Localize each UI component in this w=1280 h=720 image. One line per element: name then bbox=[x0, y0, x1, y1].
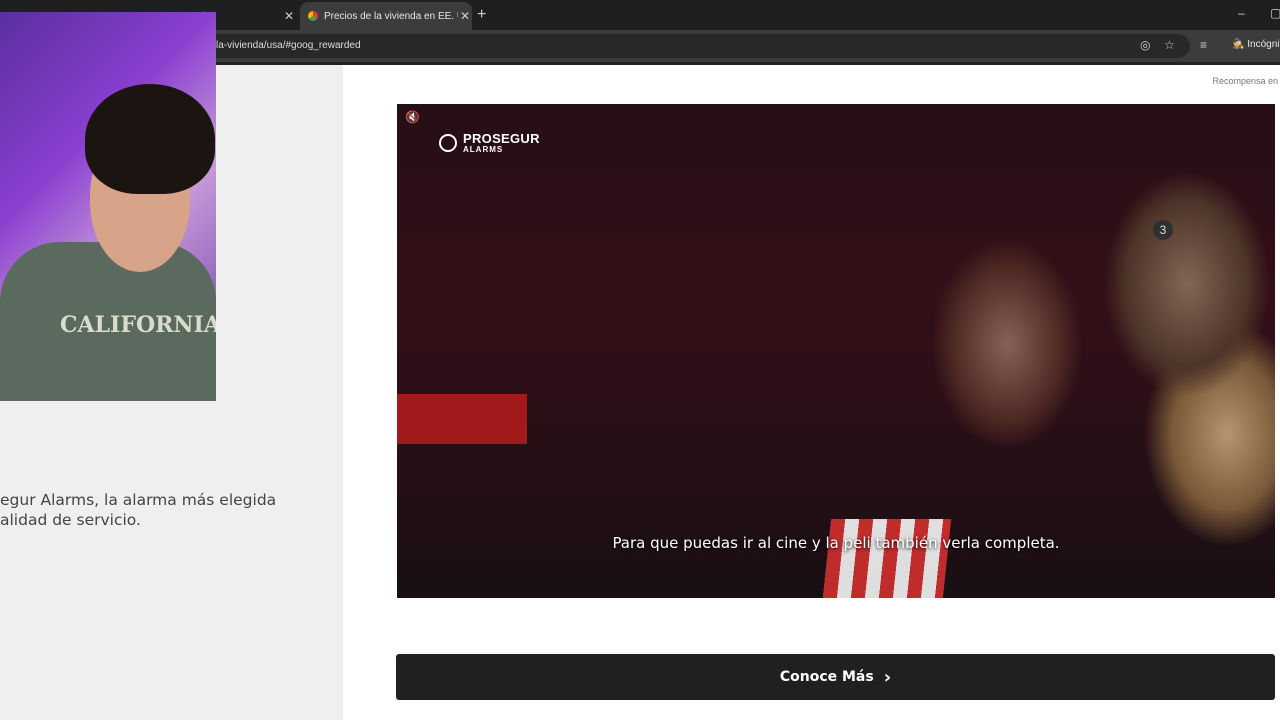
mute-icon[interactable]: 🔇 bbox=[405, 110, 420, 124]
url-text: la-vivienda/usa/#goog_rewarded bbox=[216, 40, 361, 51]
chevron-right-icon: › bbox=[883, 666, 892, 688]
conoce-mas-button[interactable]: Conoce Más › bbox=[396, 654, 1275, 700]
cta-label: Conoce Más bbox=[779, 669, 874, 685]
address-bar[interactable]: la-vivienda/usa/#goog_rewarded bbox=[200, 34, 1190, 58]
eye-off-icon[interactable]: ◎ bbox=[1140, 38, 1150, 52]
prosegur-logo: PROSEGUR ALARMS bbox=[439, 132, 540, 154]
brand-name: PROSEGUR bbox=[463, 131, 540, 146]
ad-description: egur Alarms, la alarma más elegida alida… bbox=[0, 490, 340, 530]
star-icon[interactable]: ☆ bbox=[1164, 38, 1175, 52]
video-caption: Para que puedas ir al cine y la peli tam… bbox=[612, 534, 1060, 552]
restore-icon[interactable]: ▢ bbox=[1270, 6, 1280, 20]
close-icon[interactable]: ✕ bbox=[458, 9, 472, 23]
popcorn-bucket bbox=[822, 519, 952, 598]
description-line-1: egur Alarms, la alarma más elegida bbox=[0, 491, 277, 509]
site-favicon-icon bbox=[308, 11, 318, 21]
incognito-text: Incógnito bbox=[1247, 39, 1280, 50]
countdown-badge: 3 bbox=[1153, 220, 1173, 240]
popcorn-box bbox=[397, 394, 527, 444]
webcam-hair bbox=[85, 84, 215, 194]
incognito-label[interactable]: 🕵 Incógnito bbox=[1232, 39, 1280, 50]
video-ad[interactable]: 🔇 PROSEGUR ALARMS 3 Para que puedas ir a… bbox=[397, 104, 1275, 598]
reading-list-icon[interactable]: ≡ bbox=[1200, 38, 1207, 52]
reward-label: Recompensa en bbox=[1212, 76, 1278, 86]
webcam-shirt-print: CALIFORNIA bbox=[60, 312, 216, 338]
tab-active[interactable]: Precios de la vivienda en EE. UU ✕ bbox=[300, 2, 472, 30]
minimize-icon[interactable]: – bbox=[1238, 6, 1245, 20]
description-line-2: alidad de servicio. bbox=[0, 511, 141, 529]
close-icon[interactable]: ✕ bbox=[282, 9, 296, 23]
webcam-overlay: CALIFORNIA bbox=[0, 12, 216, 401]
plus-icon[interactable]: + bbox=[477, 6, 486, 24]
prosegur-logo-icon bbox=[439, 134, 457, 152]
brand-sub: ALARMS bbox=[463, 145, 504, 154]
tab-title: Precios de la vivienda en EE. UU bbox=[324, 10, 458, 22]
